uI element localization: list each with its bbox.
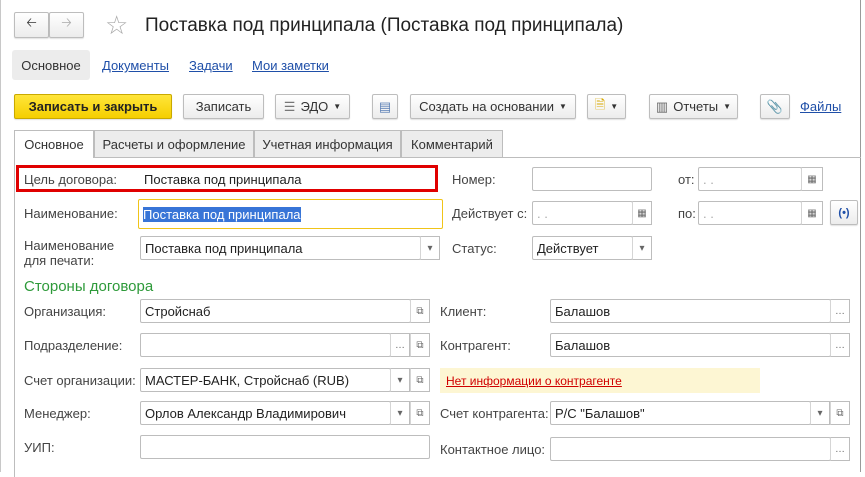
dropdown-arrow-icon: ▼ xyxy=(723,102,732,111)
uip-input[interactable] xyxy=(140,435,430,459)
period-icon: (•) xyxy=(838,206,850,219)
open-icon[interactable]: ⧉ xyxy=(410,368,430,392)
dropdown-arrow-icon: ▼ xyxy=(333,102,342,111)
open-icon[interactable]: ⧉ xyxy=(830,401,850,425)
reports-icon: ▥ xyxy=(655,98,669,114)
list-icon: ▤ xyxy=(378,98,392,114)
back-arrow-icon: 🡠 xyxy=(26,15,37,30)
edo-button[interactable]: ☰ ЭДО ▼ xyxy=(275,94,350,119)
dept-label: Подразделение: xyxy=(24,338,123,353)
nav-main[interactable]: Основное xyxy=(12,50,90,80)
list-button[interactable]: ▤ xyxy=(372,94,398,119)
edo-icon: ☰ xyxy=(283,98,296,114)
goal-value: Поставка под принципала xyxy=(144,172,302,187)
status-label: Статус: xyxy=(452,241,497,256)
contact-label: Контактное лицо: xyxy=(440,442,546,457)
tab-accounting[interactable]: Учетная информация xyxy=(254,130,401,157)
attach-button[interactable]: 📎 xyxy=(760,94,790,119)
print-name-label-1: Наименование xyxy=(24,238,115,253)
manager-label: Менеджер: xyxy=(24,406,91,421)
favorite-star-icon[interactable]: ☆ xyxy=(105,10,128,41)
org-input[interactable]: Стройснаб xyxy=(140,299,411,323)
open-icon[interactable]: ⧉ xyxy=(410,333,430,357)
dropdown-arrow-icon: ▼ xyxy=(610,102,619,111)
save-and-close-button[interactable]: Записать и закрыть xyxy=(14,94,172,119)
calendar-icon[interactable]: ▦ xyxy=(632,201,652,225)
open-icon[interactable]: ⧉ xyxy=(410,299,430,323)
cp-account-label: Счет контрагента: xyxy=(440,406,549,421)
client-input[interactable]: Балашов xyxy=(550,299,831,323)
reports-label: Отчеты xyxy=(673,99,719,114)
chevron-down-icon[interactable]: ▾ xyxy=(390,401,410,425)
tab-payments[interactable]: Расчеты и оформление xyxy=(94,130,254,157)
chevron-down-icon[interactable]: ▾ xyxy=(420,236,440,260)
from-date-input[interactable]: . . xyxy=(698,167,802,191)
create-based-on-button[interactable]: Создать на основании ▼ xyxy=(410,94,576,119)
paperclip-icon: 📎 xyxy=(766,98,784,114)
number-label: Номер: xyxy=(452,172,496,187)
dept-input[interactable] xyxy=(140,333,391,357)
name-label: Наименование: xyxy=(24,206,118,221)
valid-from-label: Действует с: xyxy=(452,206,528,221)
print-name-label-2: для печати: xyxy=(24,253,95,268)
number-input[interactable] xyxy=(532,167,652,191)
org-account-label: Счет организации: xyxy=(24,373,136,388)
contact-input[interactable] xyxy=(550,437,831,461)
calendar-icon[interactable]: ▦ xyxy=(801,201,823,225)
org-label: Организация: xyxy=(24,304,107,319)
cp-account-select[interactable]: Р/С "Балашов" xyxy=(550,401,811,425)
more-icon[interactable]: … xyxy=(830,437,850,461)
name-input[interactable]: Поставка под принципала xyxy=(138,199,443,229)
section-title: Стороны договора xyxy=(24,278,154,295)
print-button[interactable]: 🗎 ▼ xyxy=(587,94,626,119)
save-button[interactable]: Записать xyxy=(183,94,264,119)
counterparty-input[interactable]: Балашов xyxy=(550,333,831,357)
document-icon: 🗎 xyxy=(594,96,606,112)
org-account-select[interactable]: МАСТЕР-БАНК, Стройснаб (RUB) xyxy=(140,368,391,392)
create-based-label: Создать на основании xyxy=(419,99,554,114)
to-label: по: xyxy=(678,206,696,221)
print-name-select[interactable]: Поставка под принципала xyxy=(140,236,421,260)
chevron-down-icon[interactable]: ▾ xyxy=(632,236,652,260)
page-title: Поставка под принципала (Поставка под пр… xyxy=(145,15,624,36)
files-link[interactable]: Файлы xyxy=(800,99,841,114)
chevron-down-icon[interactable]: ▾ xyxy=(810,401,830,425)
no-counterparty-info-link[interactable]: Нет информации о контрагенте xyxy=(446,374,622,388)
status-select[interactable]: Действует xyxy=(532,236,633,260)
open-icon[interactable]: ⧉ xyxy=(410,401,430,425)
tab-comment[interactable]: Комментарий xyxy=(401,130,503,157)
goal-label: Цель договора: xyxy=(24,172,117,187)
calendar-icon[interactable]: ▦ xyxy=(801,167,823,191)
forward-button[interactable]: 🡢 xyxy=(49,12,84,38)
nav-notes[interactable]: Мои заметки xyxy=(252,58,329,73)
counterparty-label: Контрагент: xyxy=(440,338,511,353)
manager-select[interactable]: Орлов Александр Владимирович xyxy=(140,401,391,425)
name-value: Поставка под принципала xyxy=(143,206,301,222)
dropdown-arrow-icon: ▼ xyxy=(558,102,567,111)
chevron-down-icon[interactable]: ▾ xyxy=(390,368,410,392)
client-label: Клиент: xyxy=(440,304,487,319)
period-button[interactable]: (•) xyxy=(830,200,858,225)
more-icon[interactable]: … xyxy=(830,333,850,357)
from-label: от: xyxy=(678,172,695,187)
tab-main[interactable]: Основное xyxy=(14,130,94,158)
edo-label: ЭДО xyxy=(300,99,329,114)
to-date-input[interactable]: . . xyxy=(698,201,802,225)
nav-documents[interactable]: Документы xyxy=(102,58,169,73)
more-icon[interactable]: … xyxy=(390,333,410,357)
reports-button[interactable]: ▥ Отчеты ▼ xyxy=(649,94,738,119)
forward-arrow-icon: 🡢 xyxy=(61,15,72,30)
uip-label: УИП: xyxy=(24,440,55,455)
nav-tasks[interactable]: Задачи xyxy=(189,58,233,73)
more-icon[interactable]: … xyxy=(830,299,850,323)
valid-from-input[interactable]: . . xyxy=(532,201,633,225)
back-button[interactable]: 🡠 xyxy=(14,12,49,38)
